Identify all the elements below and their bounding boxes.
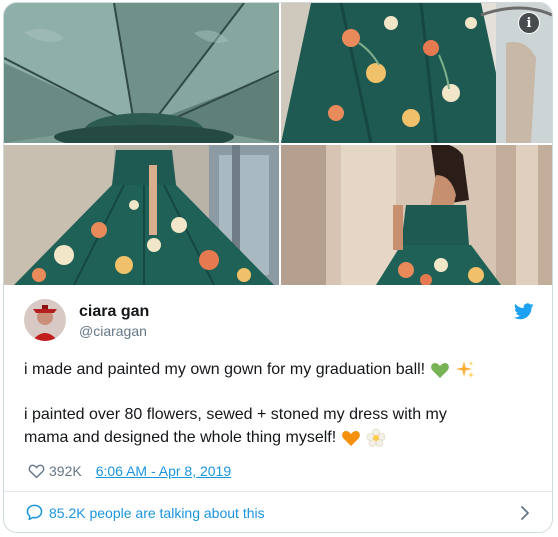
photo-full-gown[interactable] — [4, 145, 279, 285]
chevron-right-icon[interactable] — [520, 505, 530, 521]
media-grid[interactable]: i — [4, 3, 552, 285]
tweet-text: i made and painted my own gown for my gr… — [24, 358, 534, 449]
heart-outline-icon[interactable] — [28, 463, 45, 479]
orange-heart-emoji-icon — [341, 428, 361, 448]
tweet-text-segment: mama and designed the whole thing myself… — [24, 429, 337, 446]
tweet-header: ciara gan @ciaragan — [24, 299, 534, 343]
green-heart-emoji-icon — [430, 360, 450, 380]
tweet-text-line: mama and designed the whole thing myself… — [24, 426, 534, 449]
tweet-meta: 392K 6:06 AM - Apr 8, 2019 — [28, 463, 231, 479]
tweet-card[interactable]: i ciara gan @ciaragan i made and painted… — [3, 2, 553, 533]
talking-about-row[interactable]: 85.2K people are talking about this — [4, 492, 552, 532]
display-name[interactable]: ciara gan — [79, 303, 149, 321]
twitter-bird-icon[interactable] — [514, 303, 534, 320]
avatar[interactable] — [24, 299, 66, 341]
tweet-text-line: i painted over 80 flowers, sewed + stone… — [24, 403, 534, 426]
tweet-timestamp-link[interactable]: 6:06 AM - Apr 8, 2019 — [96, 463, 231, 479]
info-icon[interactable]: i — [518, 12, 540, 34]
photo-dress-underside[interactable] — [4, 3, 279, 143]
speech-bubble-icon — [26, 504, 43, 521]
sparkles-emoji-icon — [455, 360, 475, 380]
blossom-emoji-icon — [366, 428, 386, 448]
photo-skirt-closeup[interactable]: i — [281, 3, 552, 143]
tweet-text-segment: i painted over 80 flowers, sewed + stone… — [24, 406, 447, 423]
photo-back-view[interactable] — [281, 145, 552, 285]
talking-about-link[interactable]: 85.2K people are talking about this — [49, 505, 265, 521]
tweet-text-line: i made and painted my own gown for my gr… — [24, 358, 534, 381]
like-count[interactable]: 392K — [49, 463, 82, 479]
user-handle[interactable]: @ciaragan — [79, 323, 147, 339]
tweet-text-segment: i made and painted my own gown for my gr… — [24, 361, 426, 378]
